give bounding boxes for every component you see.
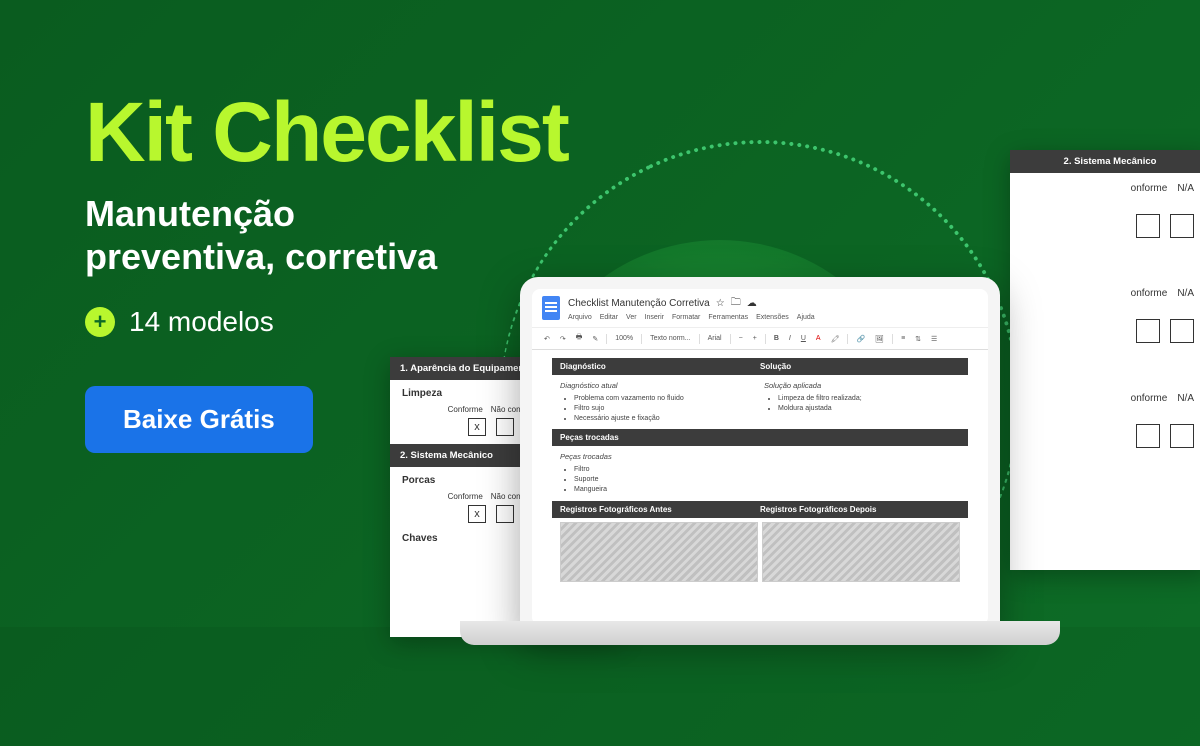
plus-icon: + <box>85 307 115 337</box>
subtitle-line-1: Manutenção <box>85 192 568 235</box>
menu-arquivo[interactable]: Arquivo <box>568 314 592 321</box>
models-row: + 14 modelos <box>85 306 568 338</box>
list-item: Necessário ajuste e fixação <box>574 414 756 424</box>
zoom-select[interactable]: 100% <box>613 334 635 343</box>
font-plus-icon[interactable]: + <box>751 334 759 343</box>
sol-subtitle: Solução aplicada <box>764 381 960 390</box>
menu-ajuda[interactable]: Ajuda <box>797 314 815 321</box>
checkbox[interactable] <box>1136 214 1160 238</box>
checkbox-nao-conforme[interactable] <box>496 418 514 436</box>
doc-title: Checklist Manutenção Corretiva <box>568 298 710 309</box>
align-icon[interactable]: ≡ <box>899 334 907 343</box>
doc-body: Diagnóstico Solução Diagnóstico atual Pr… <box>532 350 988 594</box>
print-icon[interactable]: 🖶 <box>574 332 585 345</box>
menu-inserir[interactable]: Inserir <box>645 314 664 321</box>
models-count: 14 modelos <box>129 306 274 338</box>
subtitle: Manutenção preventiva, corretiva <box>85 192 568 278</box>
checkbox[interactable] <box>1136 424 1160 448</box>
list-item: Filtro <box>574 465 960 475</box>
laptop-base <box>460 621 1060 645</box>
menu-extensoes[interactable]: Extensões <box>756 314 789 321</box>
cloud-icon[interactable]: ☁ <box>747 298 757 309</box>
checkbox[interactable] <box>1170 424 1194 448</box>
section-fotos: Registros Fotográficos Antes Registros F… <box>552 501 968 518</box>
label-na: N/A <box>1177 183 1194 194</box>
partial-label-conforme: onforme <box>1131 183 1168 194</box>
page-title: Kit Checklist <box>85 90 568 174</box>
col-conforme: Conforme <box>448 492 483 501</box>
header-diagnostico: Diagnóstico <box>560 362 760 371</box>
google-docs-icon <box>542 296 560 320</box>
diag-list: Problema com vazamento no fluido Filtro … <box>560 394 756 423</box>
menu-formatar[interactable]: Formatar <box>672 314 700 321</box>
col-conforme: Conforme <box>448 405 483 414</box>
folder-icon[interactable]: 🗀 <box>731 295 741 312</box>
list-item: Mangueira <box>574 485 960 495</box>
highlight-icon[interactable]: 🖍 <box>829 334 842 344</box>
checkbox[interactable] <box>1170 319 1194 343</box>
star-icon[interactable]: ☆ <box>716 298 725 309</box>
photo-depois <box>762 522 960 582</box>
laptop-screen: Checklist Manutenção Corretiva ☆ 🗀 ☁ Arq… <box>532 289 988 625</box>
partial-label-conforme: onforme <box>1131 288 1168 299</box>
style-select[interactable]: Texto norm... <box>648 334 692 343</box>
redo-icon[interactable]: ↷ <box>558 334 568 344</box>
image-icon[interactable]: 🖼 <box>873 334 886 344</box>
sol-list: Limpeza de filtro realizada; Moldura aju… <box>764 394 960 414</box>
checkbox-nao-conforme[interactable] <box>496 505 514 523</box>
list-icon[interactable]: ☰ <box>929 334 939 344</box>
doc-toolbar: ↶ ↷ 🖶 ✎ 100% Texto norm... Arial − + B I… <box>532 328 988 350</box>
checkbox[interactable] <box>1136 319 1160 343</box>
list-item: Limpeza de filtro realizada; <box>778 394 960 404</box>
label-na: N/A <box>1177 393 1194 404</box>
partial-label-conforme: onforme <box>1131 393 1168 404</box>
bold-icon[interactable]: B <box>772 334 781 343</box>
checkbox-conforme[interactable]: x <box>468 418 486 436</box>
doc-menu: Arquivo Editar Ver Inserir Formatar Ferr… <box>568 314 978 321</box>
section-pecas: Peças trocadas <box>552 429 968 446</box>
underline-icon[interactable]: U <box>799 334 808 343</box>
card-section-header: 2. Sistema Mecânico <box>1010 150 1200 173</box>
menu-editar[interactable]: Editar <box>600 314 618 321</box>
text-color-icon[interactable]: A <box>814 334 823 343</box>
list-item: Problema com vazamento no fluido <box>574 394 756 404</box>
paint-icon[interactable]: ✎ <box>590 334 600 344</box>
line-spacing-icon[interactable]: ⇅ <box>913 334 923 344</box>
photo-antes <box>560 522 758 582</box>
list-item: Suporte <box>574 475 960 485</box>
checkbox[interactable] <box>1170 214 1194 238</box>
pecas-subtitle: Peças trocadas <box>560 452 960 461</box>
label-na: N/A <box>1177 288 1194 299</box>
laptop-mockup: Checklist Manutenção Corretiva ☆ 🗀 ☁ Arq… <box>520 277 1000 637</box>
menu-ver[interactable]: Ver <box>626 314 637 321</box>
header-fotos-depois: Registros Fotográficos Depois <box>760 505 960 514</box>
undo-icon[interactable]: ↶ <box>542 334 552 344</box>
menu-ferramentas[interactable]: Ferramentas <box>708 314 748 321</box>
list-item: Filtro sujo <box>574 404 756 414</box>
font-minus-icon[interactable]: − <box>737 334 745 343</box>
checklist-card-right: 2. Sistema Mecânico onforme N/A onforme … <box>1010 150 1200 570</box>
link-icon[interactable]: 🔗 <box>854 334 867 344</box>
header-fotos-antes: Registros Fotográficos Antes <box>560 505 760 514</box>
diag-subtitle: Diagnóstico atual <box>560 381 756 390</box>
font-select[interactable]: Arial <box>706 334 724 343</box>
header-solucao: Solução <box>760 362 960 371</box>
list-item: Moldura ajustada <box>778 404 960 414</box>
section-diagnostico-solucao: Diagnóstico Solução <box>552 358 968 375</box>
pecas-list: Filtro Suporte Mangueira <box>560 465 960 494</box>
doc-header: Checklist Manutenção Corretiva ☆ 🗀 ☁ Arq… <box>532 289 988 328</box>
subtitle-line-2: preventiva, corretiva <box>85 235 568 278</box>
italic-icon[interactable]: I <box>787 334 793 343</box>
checkbox-conforme[interactable]: x <box>468 505 486 523</box>
download-button[interactable]: Baixe Grátis <box>85 386 313 453</box>
